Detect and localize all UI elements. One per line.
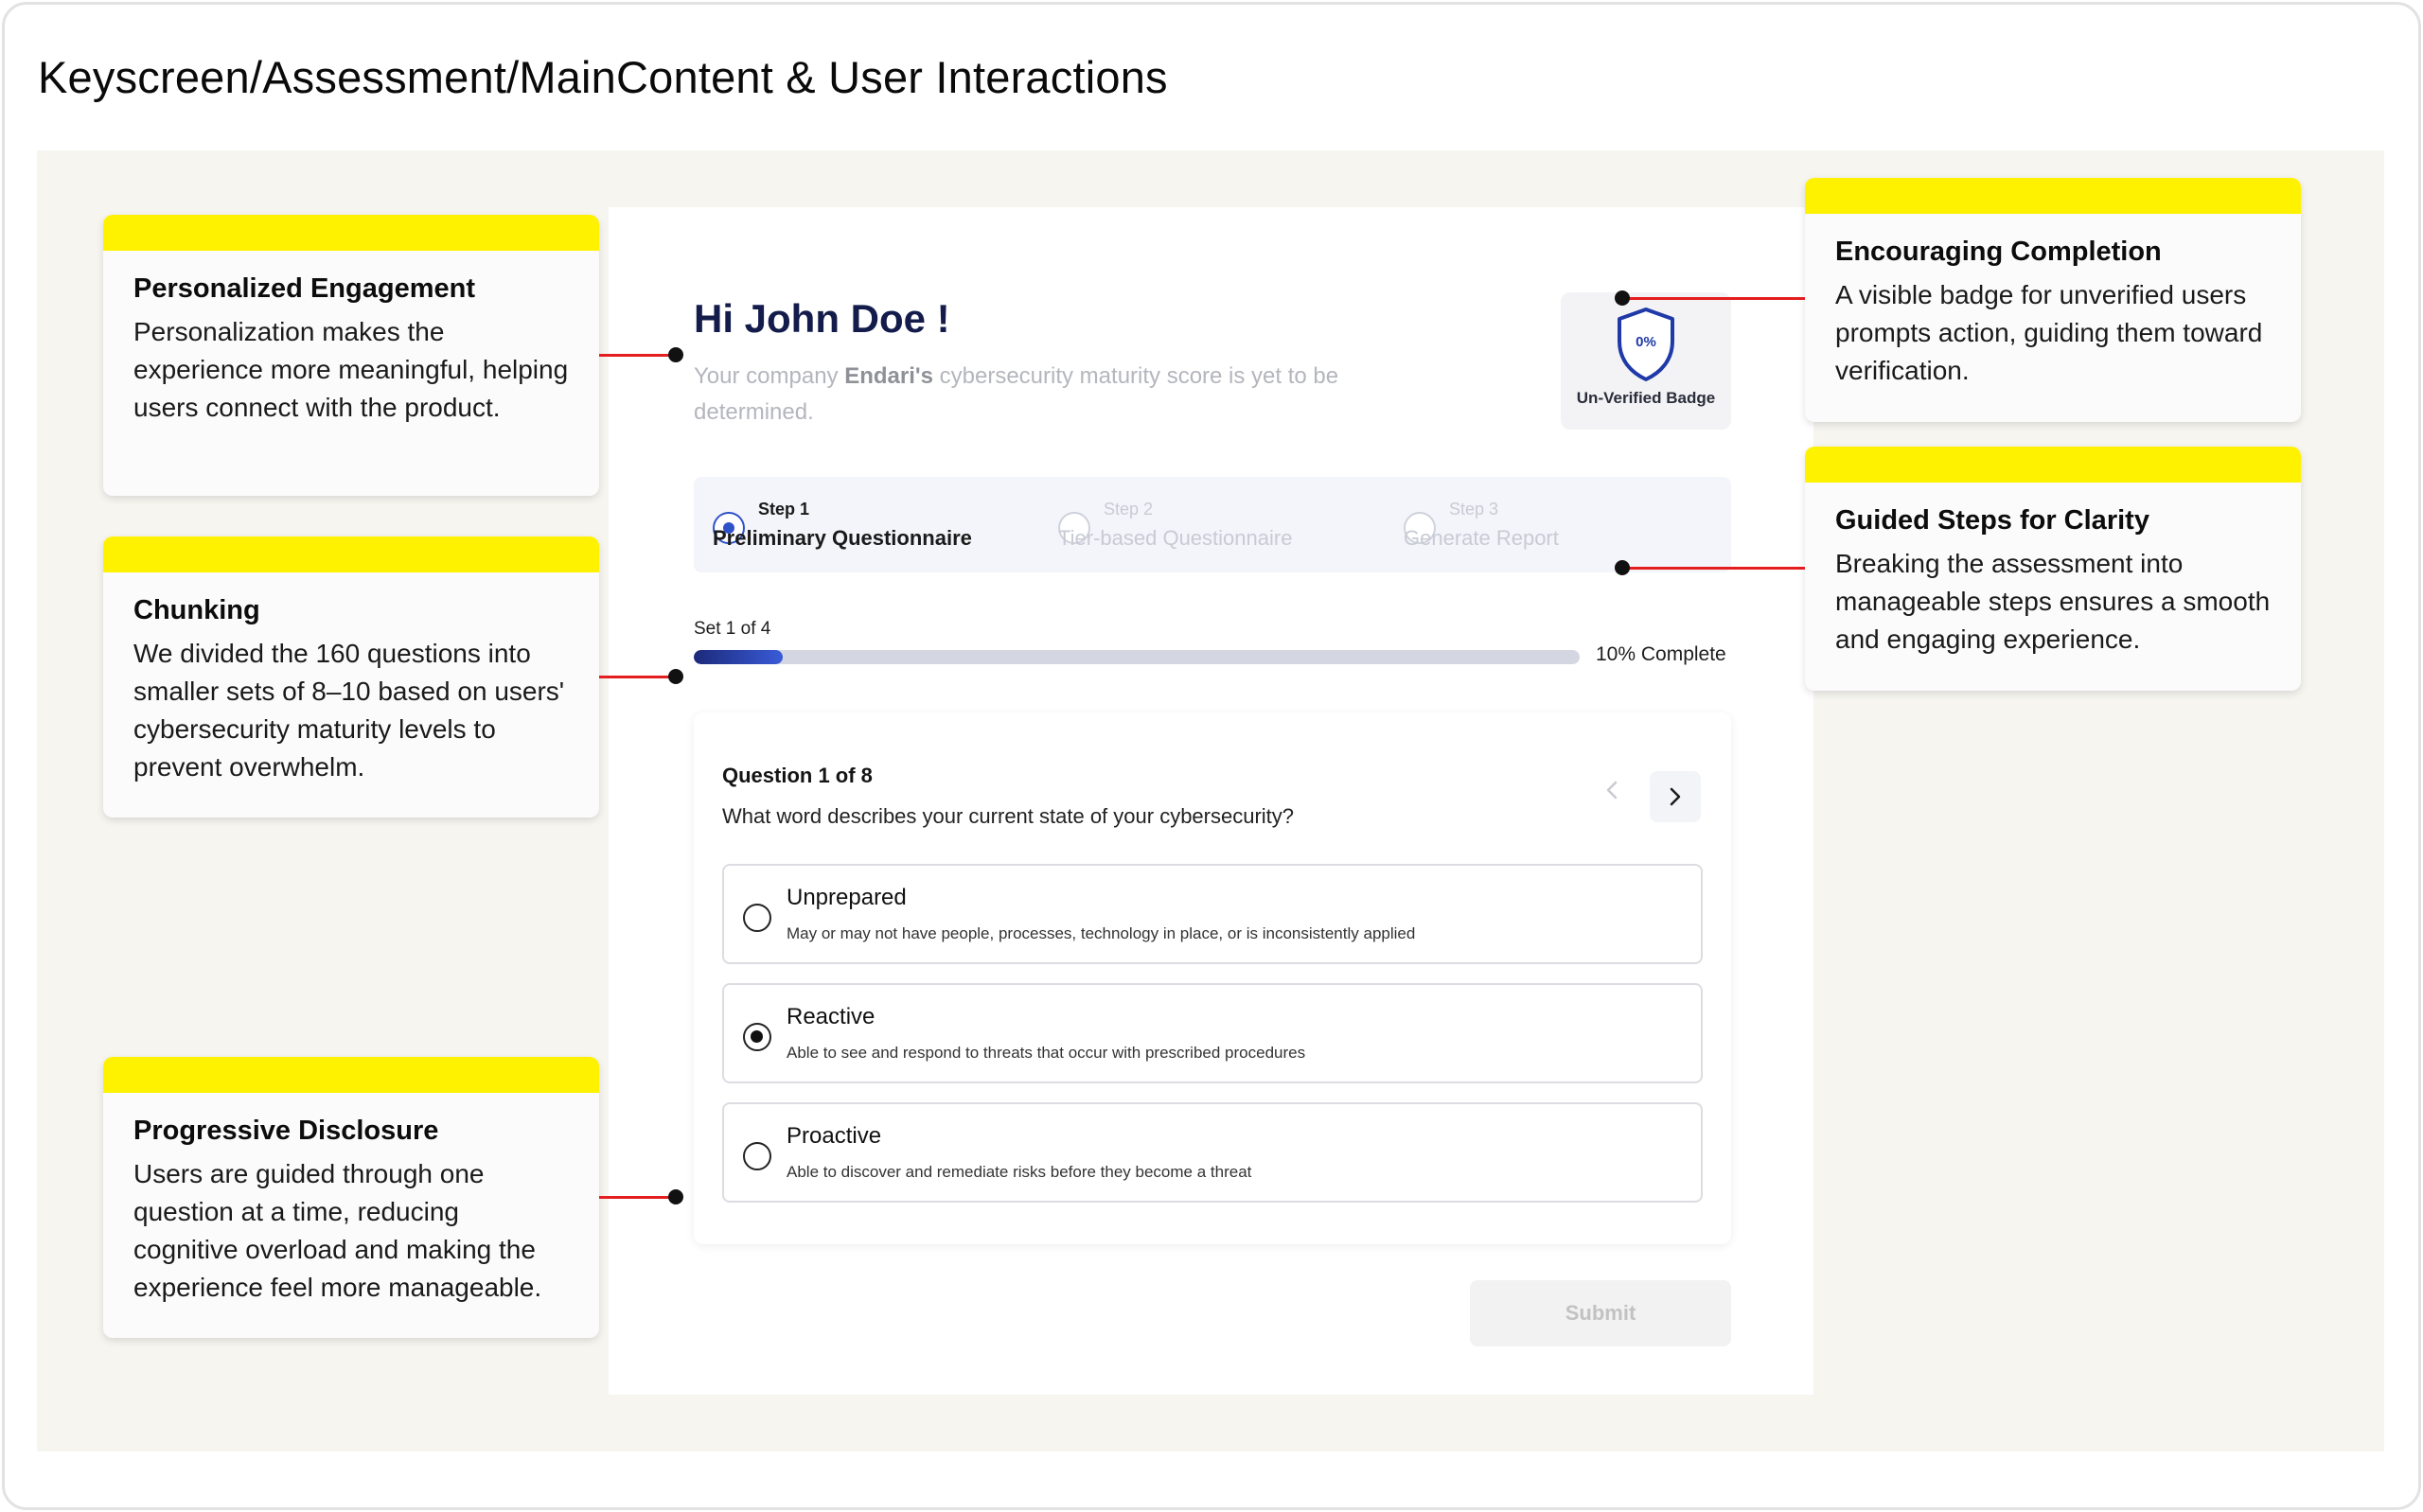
note-body: Breaking the assessment into manageable … bbox=[1835, 549, 2271, 654]
option-proactive-radio[interactable] bbox=[743, 1142, 771, 1170]
question-card: Question 1 of 8 What word describes your… bbox=[694, 712, 1731, 1244]
company-name: Endari's bbox=[844, 363, 933, 389]
connector-dot-chunking bbox=[668, 669, 683, 684]
badge-percent: 0% bbox=[1636, 334, 1656, 350]
option-reactive[interactable]: Reactive Able to see and respond to thre… bbox=[722, 983, 1703, 1083]
note-title: Progressive Disclosure bbox=[133, 1116, 439, 1146]
assessment-panel: Hi John Doe ! Your company Endari's cybe… bbox=[609, 207, 1813, 1395]
connector-guided bbox=[1622, 567, 1805, 570]
note-encouraging-completion: Encouraging Completion A visible badge f… bbox=[1805, 178, 2301, 422]
connector-dot-encouraging bbox=[1615, 290, 1630, 306]
step-3-number: Step 3 bbox=[1449, 500, 1499, 519]
note-highlight-bar bbox=[103, 1057, 599, 1093]
greeting-heading: Hi John Doe ! bbox=[694, 296, 950, 341]
option-reactive-radio[interactable] bbox=[743, 1023, 771, 1051]
connector-chunking bbox=[599, 676, 675, 678]
progress-complete-label: 10% Complete bbox=[1596, 643, 1726, 665]
progress-fill bbox=[694, 650, 783, 664]
option-proactive[interactable]: Proactive Able to discover and remediate… bbox=[722, 1102, 1703, 1203]
progress-bar bbox=[694, 650, 1580, 664]
connector-dot-personalized bbox=[668, 347, 683, 362]
chevron-left-icon bbox=[1606, 781, 1618, 800]
note-guided-steps: Guided Steps for Clarity Breaking the as… bbox=[1805, 447, 2301, 691]
step-1-name: Preliminary Questionnaire bbox=[713, 526, 972, 550]
note-title: Encouraging Completion bbox=[1835, 237, 2162, 267]
company-prefix: Your company bbox=[694, 363, 845, 389]
option-title: Reactive bbox=[787, 1004, 875, 1029]
note-progressive-disclosure: Progressive Disclosure Users are guided … bbox=[103, 1057, 599, 1338]
option-unprepared-radio[interactable] bbox=[743, 904, 771, 932]
note-body: Personalization makes the experience mor… bbox=[133, 317, 569, 422]
set-label: Set 1 of 4 bbox=[694, 619, 771, 639]
option-title: Unprepared bbox=[787, 885, 907, 910]
note-highlight-bar bbox=[1805, 178, 2301, 214]
note-highlight-bar bbox=[103, 536, 599, 572]
shield-icon: 0% bbox=[1618, 308, 1674, 381]
note-title: Chunking bbox=[133, 595, 260, 625]
step-1-number: Step 1 bbox=[758, 500, 810, 519]
step-2-number: Step 2 bbox=[1104, 500, 1154, 519]
option-description: May or may not have people, processes, t… bbox=[787, 924, 1416, 942]
page-title: Keyscreen/Assessment/MainContent & User … bbox=[38, 52, 1168, 102]
previous-question-button[interactable] bbox=[1593, 771, 1631, 809]
note-body: A visible badge for unverified users pro… bbox=[1835, 280, 2263, 385]
badge-label: Un-Verified Badge bbox=[1576, 389, 1716, 407]
note-highlight-bar bbox=[1805, 447, 2301, 483]
step-2-name: Tier-based Questionnaire bbox=[1058, 526, 1293, 550]
connector-personalized bbox=[599, 354, 675, 357]
note-highlight-bar bbox=[103, 215, 599, 251]
note-body: We divided the 160 questions into smalle… bbox=[133, 639, 565, 782]
submit-button[interactable]: Submit bbox=[1470, 1280, 1731, 1346]
connector-progressive bbox=[599, 1196, 675, 1199]
connector-dot-progressive bbox=[668, 1189, 683, 1204]
connector-encouraging bbox=[1622, 297, 1805, 300]
option-description: Able to see and respond to threats that … bbox=[787, 1044, 1306, 1062]
note-personalized-engagement: Personalized Engagement Personalization … bbox=[103, 215, 599, 496]
step-3-name: Generate Report bbox=[1404, 526, 1559, 550]
note-body: Users are guided through one question at… bbox=[133, 1159, 542, 1302]
next-question-button[interactable] bbox=[1650, 771, 1701, 822]
step-indicator: Step 1 Preliminary Questionnaire Step 2 … bbox=[694, 477, 1731, 572]
connector-dot-guided bbox=[1615, 560, 1630, 575]
maturity-score-message: Your company Endari's cybersecurity matu… bbox=[694, 359, 1413, 431]
chevron-right-icon bbox=[1670, 787, 1681, 806]
option-title: Proactive bbox=[787, 1123, 882, 1149]
note-chunking: Chunking We divided the 160 questions in… bbox=[103, 536, 599, 818]
note-title: Guided Steps for Clarity bbox=[1835, 505, 2149, 536]
option-unprepared[interactable]: Unprepared May or may not have people, p… bbox=[722, 864, 1703, 964]
unverified-badge[interactable]: 0% Un-Verified Badge bbox=[1561, 292, 1731, 430]
note-title: Personalized Engagement bbox=[133, 273, 475, 304]
question-count: Question 1 of 8 bbox=[722, 764, 873, 787]
option-description: Able to discover and remediate risks bef… bbox=[787, 1163, 1252, 1181]
question-text: What word describes your current state o… bbox=[722, 804, 1295, 828]
